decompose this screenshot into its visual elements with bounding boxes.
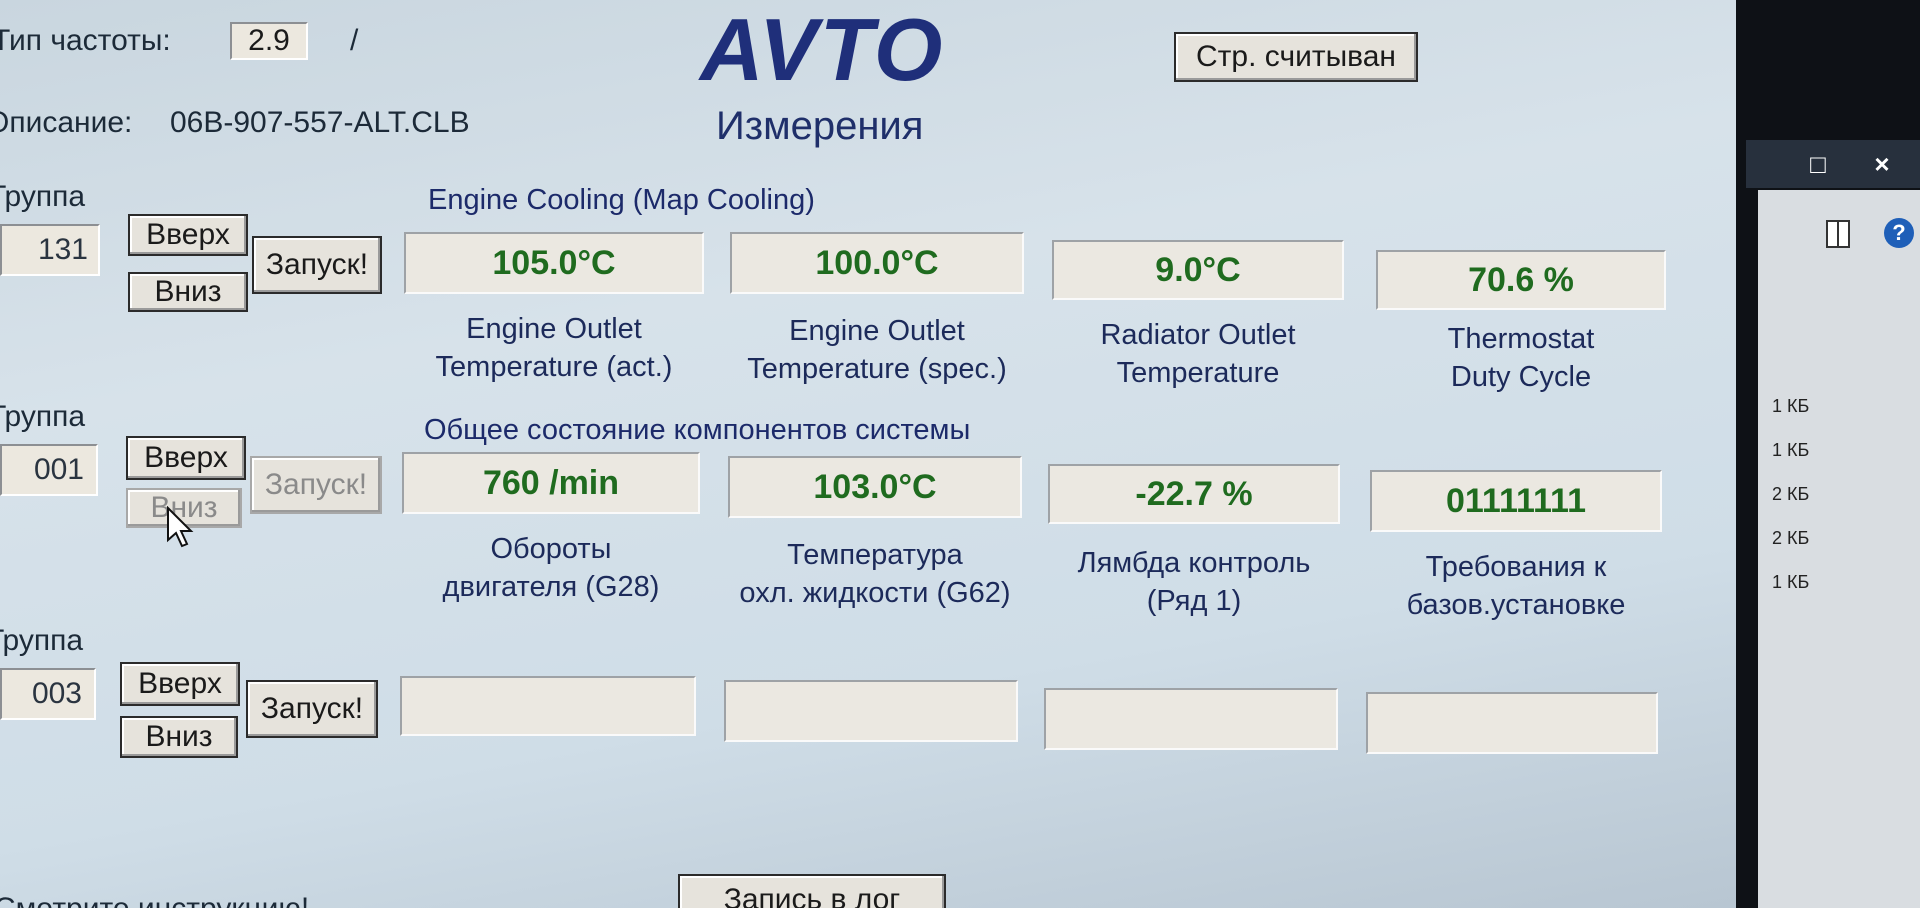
file-size: 1 КБ [1772,572,1810,592]
maximize-icon[interactable]: □ [1792,146,1844,182]
group-number-field[interactable]: 001 [0,444,98,496]
measurement-description: Engine Outlet Temperature (act.) [435,313,673,383]
avto-logo: AVTO [700,0,945,99]
measurement-value [400,676,696,736]
group-up-button[interactable]: Вверх [128,214,248,256]
panel-layout-icon[interactable] [1826,220,1850,248]
help-icon[interactable]: ? [1884,218,1914,248]
file-size: 2 КБ [1772,528,1810,548]
read-page-button[interactable]: Стр. считыван [1174,32,1418,82]
see-instructions-note: Смотрите инструкцию! [0,892,309,908]
measurement-value: 100.0°C [730,232,1024,294]
group-up-button[interactable]: Вверх [126,436,246,480]
page-subtitle: Измерения [716,104,924,148]
measurement-value: 760 /min [402,452,700,514]
group-number-field[interactable]: 131 [0,224,100,276]
description-value: 06B-907-557-ALT.CLB [170,106,470,139]
measurement-description: Engine Outlet Temperature (spec.) [747,315,1007,385]
measurements-window: Тип частоты: 2.9 / Описание: 06B-907-557… [0,0,1736,908]
measurement-value: 103.0°C [728,456,1022,518]
measurement-value: 70.6 % [1376,250,1666,310]
group-start-button[interactable]: Запуск! [252,236,382,294]
measurement-description: Требования к базов.установке [1406,551,1626,621]
measurement-description: Thermostat Duty Cycle [1447,323,1595,393]
file-list-panel: ? 1 КБ 1 КБ 2 КБ 2 КБ 1 КБ [1758,190,1920,908]
freq-type-label: Тип частоты: [0,24,171,57]
measurement-value [724,680,1018,742]
freq-separator: / [350,24,359,57]
write-log-button[interactable]: Запись в лог [678,874,946,908]
measurement-description: Температура охл. жидкости (G62) [739,539,1011,609]
measurement-value: 105.0°C [404,232,704,294]
measurement-value [1044,688,1338,750]
group-down-button[interactable]: Вниз [120,716,238,758]
measurement-description: Обороты двигателя (G28) [442,533,660,603]
group-down-button[interactable]: Вниз [128,272,248,312]
measurement-value: -22.7 % [1048,464,1340,524]
group-label: Группа [0,180,86,213]
group-label: Группа [0,400,86,433]
group-title: Engine Cooling (Map Cooling) [428,184,815,216]
measurement-description: Лямбда контроль (Ряд 1) [1077,547,1311,617]
file-size: 1 КБ [1772,440,1810,460]
file-size: 1 КБ [1772,396,1810,416]
group-up-button[interactable]: Вверх [120,662,240,706]
group-start-button[interactable]: Запуск! [250,456,382,514]
description-label: Описание: [0,106,133,139]
measurement-value: 9.0°C [1052,240,1344,300]
close-icon[interactable]: × [1856,146,1908,182]
group-number-field[interactable]: 003 [0,668,96,720]
measurement-value: 01111111 [1370,470,1662,532]
group-label: Группа [0,624,84,657]
group-start-button[interactable]: Запуск! [246,680,378,738]
mouse-cursor-icon [167,506,194,548]
measurement-value [1366,692,1658,754]
freq-type-value: 2.9 [230,22,308,60]
group-title: Общее состояние компонентов системы [424,414,971,446]
file-size: 2 КБ [1772,484,1810,504]
measurement-description: Radiator Outlet Temperature [1100,319,1296,389]
background-window: □ × ? 1 КБ 1 КБ 2 КБ 2 КБ 1 КБ [1736,0,1920,908]
